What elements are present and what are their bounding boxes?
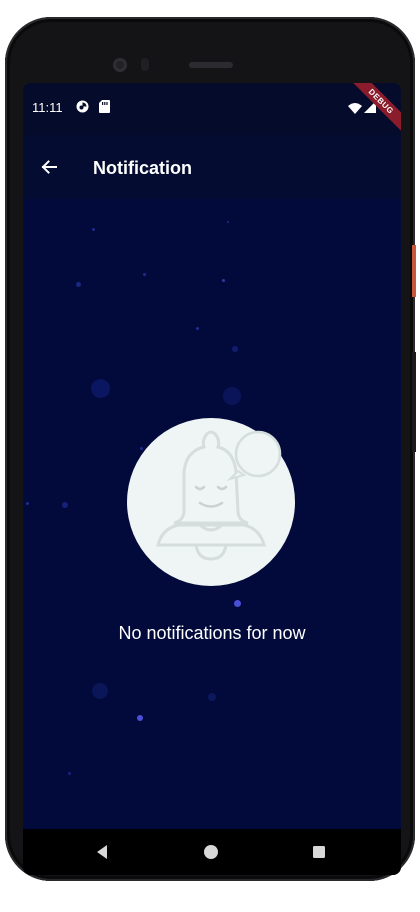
- front-camera: [113, 58, 127, 72]
- background-dot: [92, 683, 108, 699]
- back-button[interactable]: [35, 153, 63, 181]
- background-dot-accent: [137, 715, 143, 721]
- background-dot: [222, 279, 225, 282]
- earpiece-speaker: [189, 62, 233, 68]
- recents-square-icon: [313, 846, 325, 858]
- background-dot: [223, 387, 241, 405]
- background-dot: [68, 772, 71, 775]
- app-bar: Notification: [23, 135, 401, 199]
- background-dot: [232, 346, 238, 352]
- screen: 11:11 DEBUG Notification No notification…: [23, 83, 401, 875]
- page-title: Notification: [93, 158, 192, 178]
- background-dot: [92, 228, 95, 231]
- status-time: 11:11: [32, 100, 63, 115]
- background-dot: [26, 502, 29, 505]
- background-dot: [76, 282, 81, 287]
- sd-card-icon: [99, 100, 110, 118]
- background-dot: [91, 379, 110, 398]
- system-nav-bar: [23, 829, 401, 875]
- nav-home-button[interactable]: [201, 842, 221, 862]
- power-button: [412, 245, 416, 297]
- sensor: [141, 58, 149, 71]
- app-notification-icon: [76, 100, 89, 118]
- wifi-icon: [348, 101, 362, 119]
- home-circle-icon: [204, 845, 218, 859]
- background-dot: [143, 273, 146, 276]
- notification-list-empty: No notifications for now: [23, 199, 401, 829]
- volume-button: [412, 352, 416, 452]
- sleeping-bell-icon: [126, 417, 296, 587]
- background-dot: [227, 221, 229, 223]
- phone-frame: 11:11 DEBUG Notification No notification…: [5, 17, 416, 881]
- nav-back-button[interactable]: [93, 842, 113, 862]
- background-dot: [62, 502, 68, 508]
- empty-state-message: No notifications for now: [118, 623, 306, 643]
- status-bar: 11:11 DEBUG: [23, 83, 401, 135]
- background-dot: [208, 693, 216, 701]
- back-triangle-icon: [97, 845, 107, 859]
- arrow-back-icon: [41, 160, 57, 174]
- background-dot-accent: [234, 600, 241, 607]
- background-dot: [196, 327, 199, 330]
- nav-recents-button[interactable]: [309, 842, 329, 862]
